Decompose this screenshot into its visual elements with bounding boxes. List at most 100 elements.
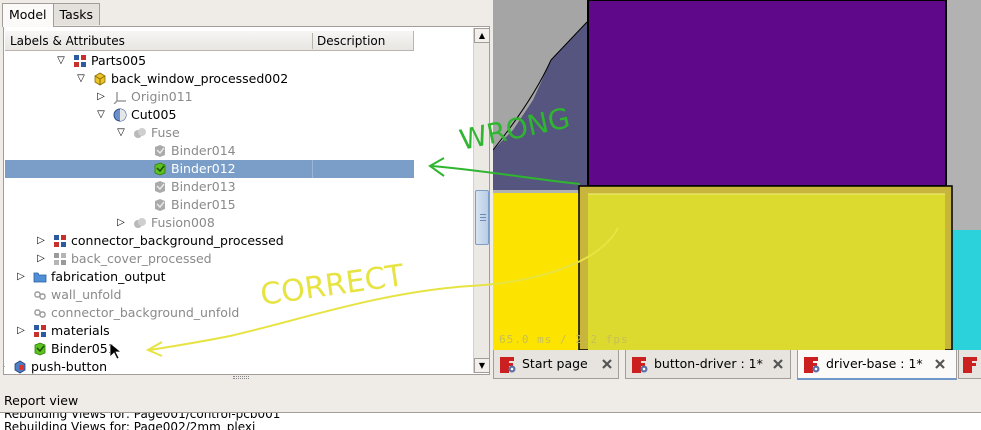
tree-item-push-button[interactable]: ▷ push-button bbox=[4, 358, 470, 374]
tree-header: Labels & Attributes Description bbox=[5, 31, 414, 51]
tree-item-label: wall_unfold bbox=[51, 287, 122, 302]
tree-item-binder051[interactable]: Binder051 bbox=[4, 340, 470, 358]
tab-model[interactable]: Model bbox=[2, 3, 54, 27]
tree-item-binder015[interactable]: Binder015 bbox=[4, 196, 470, 214]
origin-icon bbox=[113, 92, 126, 104]
binder-green-icon bbox=[34, 342, 46, 356]
report-line: Rebuilding Views for: Page002/2mm_plexi bbox=[4, 420, 256, 430]
tree-item-label: Binder015 bbox=[171, 197, 236, 212]
expand-arrow-icon[interactable]: ▷ bbox=[16, 325, 26, 337]
tree-item-label: Binder014 bbox=[171, 143, 236, 158]
tree-item-origin011[interactable]: ▷ Origin011 bbox=[4, 88, 470, 106]
link-icon bbox=[34, 291, 46, 300]
tree-item-fuse[interactable]: ▽ Fuse bbox=[4, 124, 470, 142]
doc-tab-button-driver[interactable]: button-driver : 1* bbox=[625, 350, 791, 379]
binder-icon bbox=[155, 199, 165, 211]
report-view-title: Report view bbox=[4, 393, 79, 408]
binder-icon bbox=[155, 181, 165, 193]
binder-icon bbox=[155, 145, 165, 157]
tree-item-back-cover-processed[interactable]: ▷ back_cover_processed bbox=[4, 250, 470, 268]
report-view[interactable]: Rebuilding Views for: Page001/control-pc… bbox=[0, 412, 981, 430]
freecad-icon bbox=[632, 357, 648, 373]
expand-arrow-icon[interactable]: ▽ bbox=[116, 127, 126, 139]
tree-item-label: fabrication_output bbox=[51, 269, 166, 284]
assembly-icon bbox=[74, 55, 86, 67]
3d-scene bbox=[493, 0, 981, 350]
body-icon bbox=[14, 360, 26, 374]
tree-item-label: Fuse bbox=[151, 125, 180, 140]
tree-rows: ▽ Parts005 ▽ back_window_processed002 ▷ Origi… bbox=[4, 52, 470, 374]
tab-tasks[interactable]: Tasks bbox=[52, 3, 101, 25]
3d-view[interactable]: 65.0 ms / 2.2 fps bbox=[493, 0, 981, 350]
freecad-icon bbox=[500, 357, 516, 373]
tree-item-binder013[interactable]: Binder013 bbox=[4, 178, 470, 196]
expand-arrow-icon[interactable]: ▽ bbox=[96, 109, 106, 121]
tree-item-parts005[interactable]: ▽ Parts005 bbox=[4, 52, 470, 70]
expand-arrow-icon[interactable]: ▷ bbox=[4, 361, 6, 373]
close-icon[interactable] bbox=[601, 358, 613, 370]
tree-item-label: back_cover_processed bbox=[71, 251, 212, 266]
expand-arrow-icon[interactable]: ▽ bbox=[56, 55, 66, 67]
doc-tab-start-page[interactable]: Start page bbox=[493, 350, 619, 379]
doc-tab-label: driver-base : 1* bbox=[826, 356, 923, 371]
tree-item-label: Binder051 bbox=[51, 341, 116, 356]
tree-item-fabrication-output[interactable]: ▷ fabrication_output bbox=[4, 268, 470, 286]
tree-item-label: Cut005 bbox=[131, 107, 177, 122]
expand-arrow-icon[interactable]: ▷ bbox=[96, 91, 106, 103]
expand-arrow-icon[interactable]: ▷ bbox=[116, 217, 126, 229]
doc-tab-partial[interactable] bbox=[958, 350, 981, 379]
fps-readout: 65.0 ms / 2.2 fps bbox=[499, 333, 629, 346]
tree-item-label: Parts005 bbox=[91, 53, 147, 68]
tree-item-wall-unfold[interactable]: wall_unfold bbox=[4, 286, 470, 304]
close-icon[interactable] bbox=[934, 358, 946, 370]
assembly-icon bbox=[34, 325, 46, 337]
folder-icon bbox=[33, 272, 47, 283]
doc-tab-label: Start page bbox=[522, 356, 588, 371]
cut-icon bbox=[113, 108, 127, 122]
tree-item-label: Fusion008 bbox=[151, 215, 215, 230]
doc-tab-driver-base[interactable]: driver-base : 1* bbox=[797, 350, 957, 380]
tree-item-materials[interactable]: ▷ materials bbox=[4, 322, 470, 340]
model-tree[interactable]: Labels & Attributes Description ▽ Parts00… bbox=[3, 26, 490, 375]
tree-item-label: Origin011 bbox=[131, 89, 193, 104]
expand-arrow-icon[interactable]: ▷ bbox=[16, 271, 26, 283]
report-view-header: Report view bbox=[0, 388, 981, 412]
fusion-icon bbox=[134, 218, 146, 228]
fuse-icon bbox=[134, 128, 146, 138]
scroll-thumb[interactable] bbox=[475, 190, 489, 245]
expand-arrow-icon[interactable]: ▽ bbox=[76, 73, 86, 85]
tree-item-label: Binder013 bbox=[171, 179, 236, 194]
panel-splitter-handle[interactable] bbox=[233, 376, 249, 379]
tree-item-label: back_window_processed002 bbox=[111, 71, 289, 86]
tree-item-label: Binder012 bbox=[171, 161, 236, 176]
tree-scrollbar[interactable]: ▲ ▼ bbox=[473, 28, 489, 373]
tree-item-connector-background-unfold[interactable]: connector_background_unfold bbox=[4, 304, 470, 322]
assembly-gray-icon bbox=[54, 253, 66, 265]
column-description[interactable]: Description bbox=[317, 34, 385, 48]
tree-item-fusion008[interactable]: ▷ Fusion008 bbox=[4, 214, 470, 232]
tree-item-label: connector_background_processed bbox=[71, 233, 284, 248]
tree-item-label: push-button bbox=[31, 359, 108, 374]
assembly-icon bbox=[54, 235, 66, 247]
tree-item-back-window-processed002[interactable]: ▽ back_window_processed002 bbox=[4, 70, 470, 88]
close-icon[interactable] bbox=[772, 358, 784, 370]
expand-arrow-icon[interactable]: ▷ bbox=[36, 235, 46, 247]
scroll-up-button[interactable]: ▲ bbox=[474, 28, 489, 43]
part-icon bbox=[94, 72, 106, 86]
tree-item-label: connector_background_unfold bbox=[51, 305, 240, 320]
scroll-down-button[interactable]: ▼ bbox=[474, 358, 489, 373]
link-icon bbox=[34, 309, 46, 318]
doc-tab-label: button-driver : 1* bbox=[654, 356, 763, 371]
tree-item-binder014[interactable]: Binder014 bbox=[4, 142, 470, 160]
tree-item-connector-background-processed[interactable]: ▷ connector_background_processed bbox=[4, 232, 470, 250]
freecad-icon bbox=[804, 357, 820, 373]
tree-item-label: materials bbox=[51, 323, 110, 338]
tree-item-binder012[interactable]: Binder012 bbox=[4, 160, 470, 178]
column-separator[interactable] bbox=[312, 33, 313, 49]
column-labels-attributes[interactable]: Labels & Attributes bbox=[10, 34, 125, 48]
panel-tabs: Model Tasks bbox=[2, 3, 101, 27]
expand-arrow-icon[interactable]: ▷ bbox=[36, 253, 46, 265]
tree-item-cut005[interactable]: ▽ Cut005 bbox=[4, 106, 470, 124]
model-panel: Model Tasks Labels & Attributes Descript… bbox=[0, 0, 492, 388]
binder-green-icon bbox=[154, 162, 166, 176]
